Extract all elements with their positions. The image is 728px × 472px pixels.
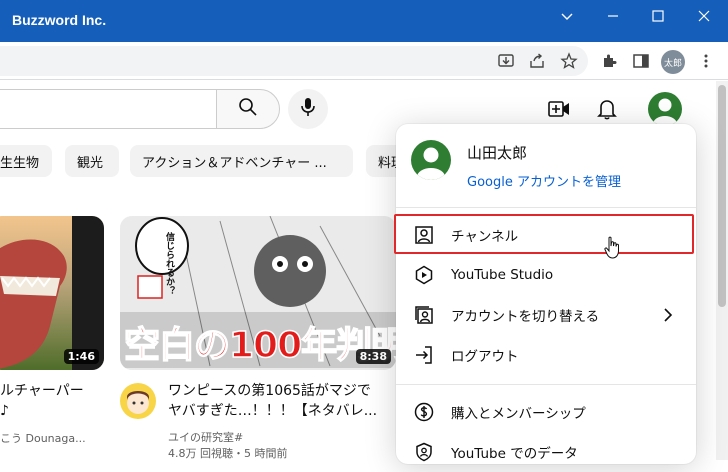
minimize-icon[interactable]: [590, 0, 636, 32]
window-titlebar: Buzzword Inc.: [0, 0, 728, 42]
menu-item-purchases[interactable]: 購入とメンバーシップ: [396, 392, 696, 432]
menu-avatar: [411, 140, 451, 180]
sidepanel-icon[interactable]: [630, 50, 652, 72]
hand-cursor-icon: [604, 236, 622, 260]
search-button[interactable]: [216, 89, 280, 129]
logout-icon: [414, 345, 434, 365]
microphone-icon: [299, 97, 317, 121]
menu-divider: [396, 207, 696, 208]
video-title[interactable]: ワンピースの第1065話がマジで: [168, 381, 371, 401]
share-icon[interactable]: [526, 50, 548, 72]
profile-icon[interactable]: 太郎: [661, 50, 685, 74]
channel-avatar[interactable]: [120, 383, 156, 419]
video-thumbnail[interactable]: 空白の100年判明 信じられるか？ 8:38: [120, 216, 396, 370]
notifications-bell-icon[interactable]: [593, 95, 621, 123]
menu-divider: [396, 384, 696, 385]
menu-item-label: 購入とメンバーシップ: [451, 406, 586, 422]
video-duration: 1:46: [63, 349, 99, 364]
browser-toolbar: 太郎: [0, 42, 728, 80]
video-stats: 4.8万 回視聴・5 時間前: [168, 447, 288, 460]
more-icon[interactable]: [695, 50, 717, 72]
search-input[interactable]: [0, 89, 218, 129]
studio-icon: [414, 265, 434, 285]
category-chip[interactable]: 生生物: [0, 145, 52, 177]
page-scrollbar[interactable]: [716, 81, 728, 460]
menu-item-logout[interactable]: ログアウト: [396, 335, 696, 375]
highlight-box: [394, 214, 694, 254]
video-thumbnail[interactable]: 1:46: [0, 216, 104, 370]
menu-item-youtube-studio[interactable]: YouTube Studio: [396, 255, 696, 295]
video-title[interactable]: ルチャーパー: [0, 381, 84, 401]
menu-item-label: YouTube Studio: [451, 267, 554, 283]
shield-person-icon: [414, 442, 434, 462]
category-chip[interactable]: アクション＆アドベンチャー ...: [130, 145, 353, 177]
menu-item-switch-account[interactable]: アカウントを切り替える: [396, 295, 696, 335]
scrollbar-thumb[interactable]: [718, 85, 726, 307]
star-icon[interactable]: [558, 50, 580, 72]
chevron-right-icon: [662, 307, 674, 327]
create-video-icon[interactable]: [545, 95, 573, 123]
video-title-line2: ヤバすぎた…！！！【ネタバレ...: [168, 403, 378, 419]
account-avatar-button[interactable]: [648, 92, 682, 126]
category-chip[interactable]: 観光: [65, 145, 119, 177]
menu-item-label: YouTube でのデータ: [451, 446, 578, 462]
switch-account-icon: [414, 305, 434, 325]
close-icon[interactable]: [681, 0, 727, 32]
dollar-icon: [414, 402, 434, 422]
video-duration: 8:38: [355, 349, 391, 364]
menu-item-your-data[interactable]: YouTube でのデータ: [396, 432, 696, 472]
search-icon: [238, 97, 258, 121]
video-channel[interactable]: ユイの研究室#: [168, 429, 243, 446]
speech-bubble-text: 信じられるか？: [164, 232, 174, 295]
menu-item-label: ログアウト: [451, 349, 519, 365]
window-title: Buzzword Inc.: [12, 12, 107, 28]
profile-label: 太郎: [663, 58, 682, 69]
manage-account-link[interactable]: Google アカウントを管理: [467, 171, 621, 190]
menu-item-label: アカウントを切り替える: [451, 309, 600, 325]
maximize-icon[interactable]: [635, 0, 681, 32]
voice-search-button[interactable]: [288, 89, 328, 129]
dinosaur-image: [0, 216, 104, 370]
user-name: 山田太郎: [467, 144, 528, 162]
extensions-icon[interactable]: [598, 50, 620, 72]
chevron-down-icon[interactable]: [544, 0, 590, 32]
account-menu: 山田太郎 Google アカウントを管理 チャンネル YouTube Studi…: [396, 124, 696, 464]
video-title-line2: ♪: [0, 403, 9, 419]
install-icon[interactable]: [495, 50, 517, 72]
video-channel[interactable]: こう Dounaga...: [0, 430, 86, 447]
